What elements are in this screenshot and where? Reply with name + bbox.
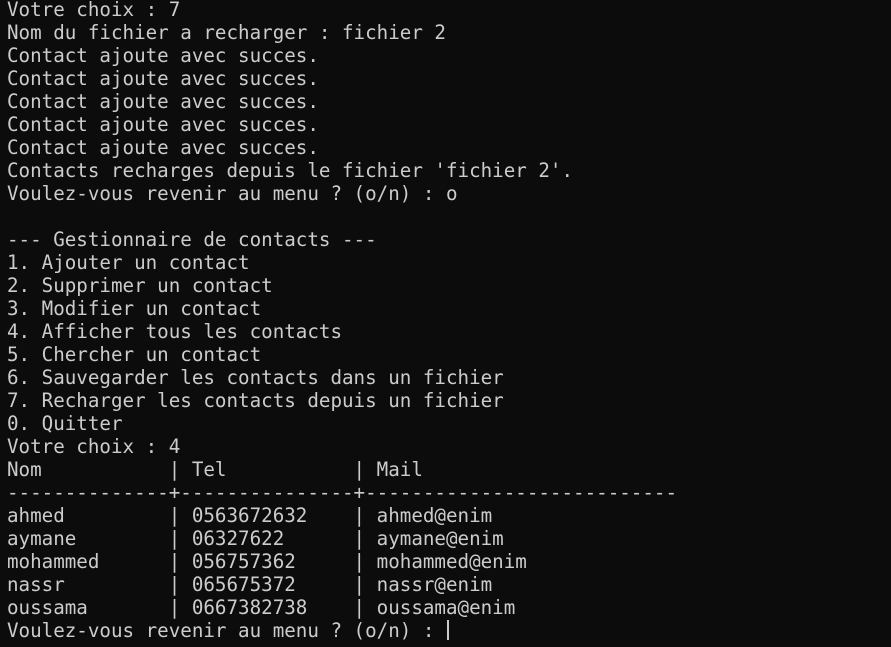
menu-item: 7. Recharger les contacts depuis un fich…	[7, 389, 504, 412]
output-line: Voulez-vous revenir au menu ? (o/n) : o	[7, 182, 458, 205]
input-prompt-line[interactable]: Voulez-vous revenir au menu ? (o/n) :	[7, 619, 891, 642]
menu-item: 5. Chercher un contact	[7, 343, 262, 366]
output-line: Contact ajoute avec succes.	[7, 136, 319, 159]
table-row: nassr | 065675372 | nassr@enim	[7, 573, 493, 596]
menu-item: 2. Supprimer un contact	[7, 274, 273, 297]
menu-item: 4. Afficher tous les contacts	[7, 320, 343, 343]
output-line: Contact ajoute avec succes.	[7, 90, 319, 113]
table-row: mohammed | 056757362 | mohammed@enim	[7, 550, 527, 573]
terminal-window[interactable]: Votre choix : 7 Nom du fichier a recharg…	[0, 0, 891, 645]
prompt-text: Voulez-vous revenir au menu ? (o/n) :	[7, 619, 446, 642]
output-line: Contact ajoute avec succes.	[7, 44, 319, 67]
menu-item: 6. Sauvegarder les contacts dans un fich…	[7, 366, 504, 389]
table-row: oussama | 0667382738 | oussama@enim	[7, 596, 516, 619]
output-line: Contact ajoute avec succes.	[7, 113, 319, 136]
menu-item: 0. Quitter	[7, 412, 123, 435]
table-separator: --------------+---------------+---------…	[7, 481, 678, 504]
table-row: ahmed | 0563672632 | ahmed@enim	[7, 504, 493, 527]
output-line: Votre choix : 7	[7, 0, 181, 21]
text-cursor	[446, 620, 449, 640]
output-line: Contacts recharges depuis le fichier 'fi…	[7, 159, 574, 182]
table-header: Nom | Tel | Mail	[7, 458, 423, 481]
menu-title: --- Gestionnaire de contacts ---	[7, 228, 377, 251]
menu-item: 1. Ajouter un contact	[7, 251, 250, 274]
table-row: aymane | 06327622 | aymane@enim	[7, 527, 504, 550]
output-line: Votre choix : 4	[7, 435, 181, 458]
menu-item: 3. Modifier un contact	[7, 297, 262, 320]
output-line: Contact ajoute avec succes.	[7, 67, 319, 90]
output-line: Nom du fichier a recharger : fichier 2	[7, 21, 446, 44]
